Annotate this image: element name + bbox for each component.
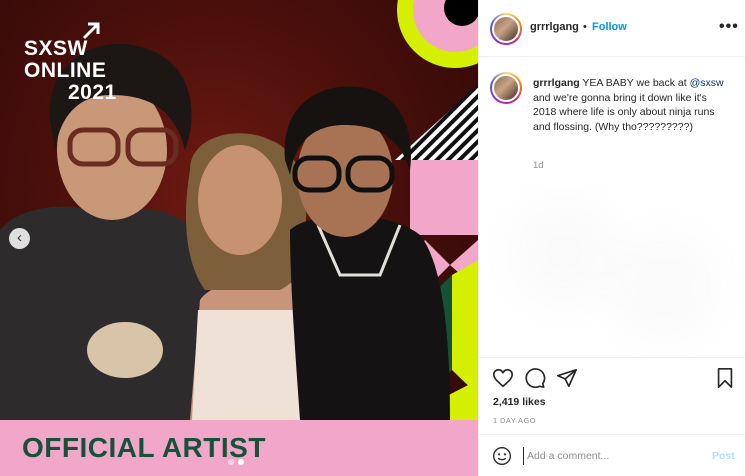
caption-text-before: YEA BABY we back at [582, 77, 687, 89]
caption-time: 1d [533, 160, 544, 171]
carousel-prev-button[interactable]: ‹ [9, 228, 30, 249]
more-horizontal-icon[interactable]: ••• [719, 18, 739, 36]
comment-bar: Post [479, 434, 745, 476]
festival-line: 2021 [68, 81, 117, 104]
carousel-dots [228, 459, 244, 465]
carousel-dot-active [238, 459, 244, 465]
header-separator: • [583, 21, 587, 33]
caption-avatar[interactable] [490, 72, 522, 104]
header-username[interactable]: grrrlgang [530, 21, 579, 33]
comment-icon[interactable] [524, 367, 546, 389]
post-header: grrrlgang • Follow ••• [479, 0, 745, 57]
post-comment-button[interactable]: Post [712, 450, 735, 462]
smiley-icon[interactable] [492, 446, 512, 466]
pink-block [410, 160, 478, 235]
festival-logo: SXSW ONLINE 2021 [24, 38, 117, 104]
post-side-panel: grrrlgang • Follow ••• grrrlgang YEA BAB… [478, 0, 745, 476]
festival-line: ONLINE [24, 59, 107, 82]
decorative-circles [397, 0, 478, 68]
bookmark-icon[interactable] [715, 367, 735, 389]
share-icon[interactable] [556, 367, 578, 389]
carousel-dot [228, 459, 234, 465]
comment-input[interactable] [523, 447, 698, 465]
heart-icon[interactable] [492, 367, 514, 389]
caption-mention[interactable]: @sxsw [690, 77, 724, 89]
post-photo[interactable]: SXSW ONLINE 2021 OFFICIAL ARTIST ‹ [0, 0, 478, 476]
caption-username[interactable]: grrrlgang [533, 77, 580, 89]
comments-area [489, 185, 739, 355]
avatar[interactable] [490, 13, 522, 45]
posted-ago[interactable]: 1 DAY AGO [493, 416, 536, 425]
follow-button[interactable]: Follow [592, 21, 627, 33]
likes-count[interactable]: 2,419 likes [493, 396, 546, 408]
post-caption: grrrlgang YEA BABY we back at @sxsw and … [533, 76, 733, 134]
festival-line: SXSW [24, 37, 88, 60]
caption-text-after: and we're gonna bring it down like it's … [533, 91, 715, 133]
